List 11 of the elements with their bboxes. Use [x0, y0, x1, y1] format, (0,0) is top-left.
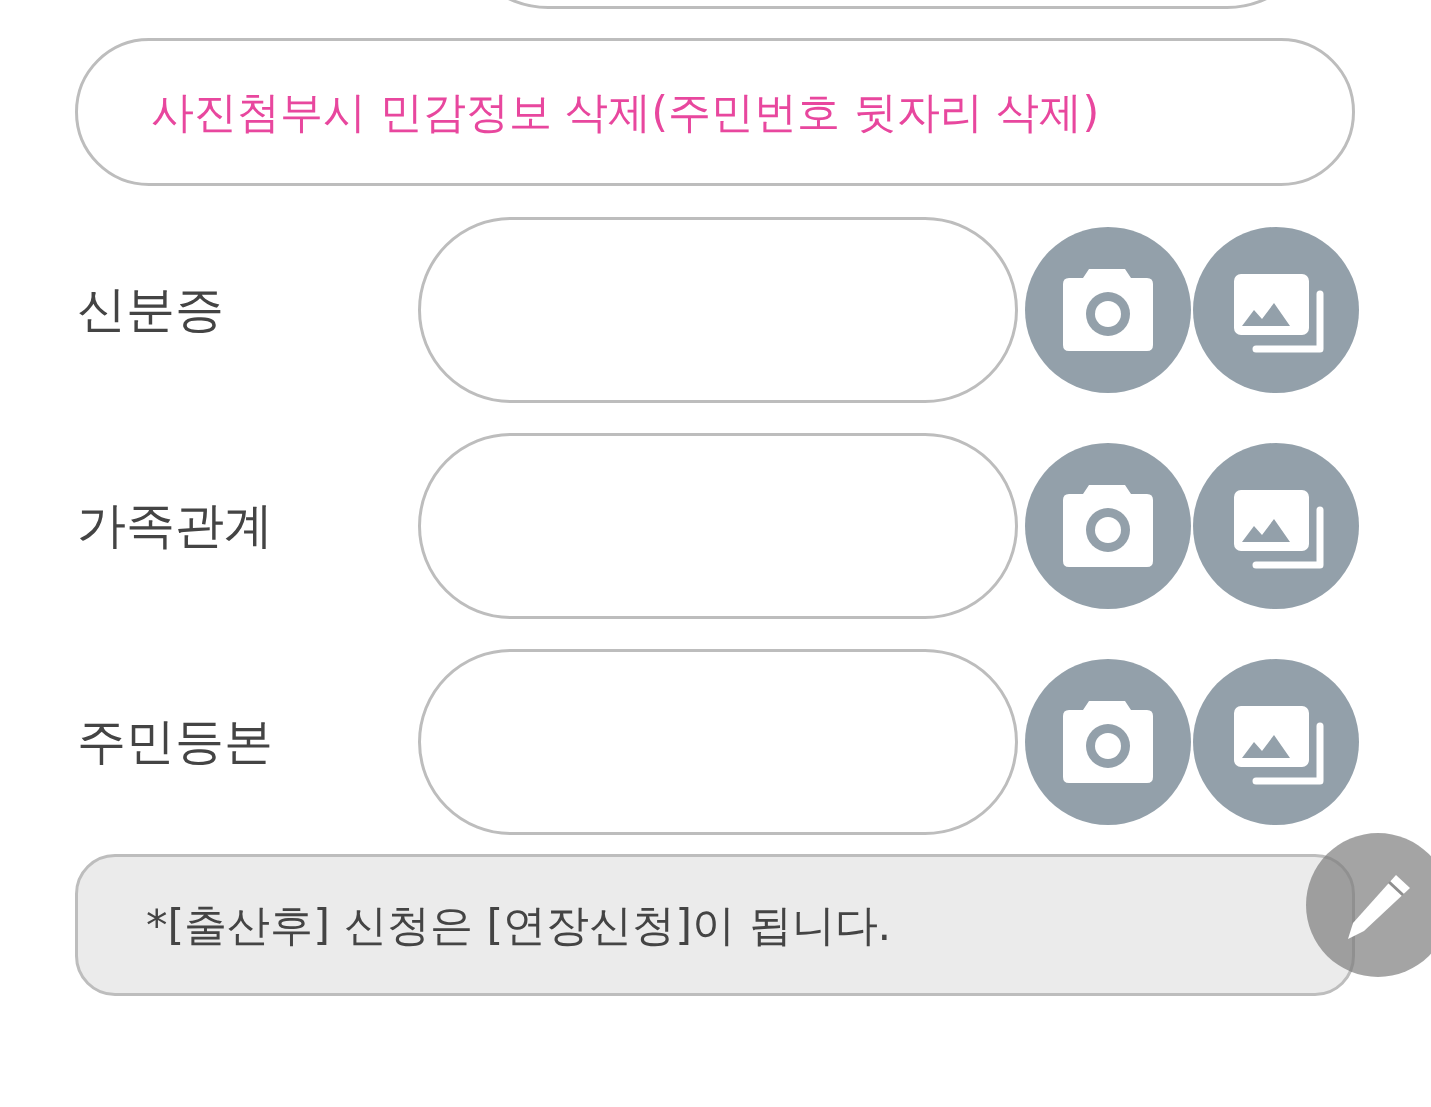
camera-icon	[1063, 701, 1153, 783]
notice-text: 사진첨부시 민감정보 삭제(주민번호 뒷자리 삭제)	[151, 85, 1100, 139]
document-label: 신분증	[77, 280, 225, 341]
gallery-icon	[1234, 706, 1326, 786]
document-label: 가족관계	[77, 496, 274, 557]
camera-icon	[1063, 269, 1153, 351]
camera-icon	[1063, 485, 1153, 567]
gallery-icon	[1234, 274, 1326, 354]
note-text: *[출산후] 신청은 [연장신청]이 됩니다.	[146, 898, 892, 952]
document-label: 주민등본	[77, 712, 274, 773]
gallery-icon	[1234, 490, 1326, 570]
